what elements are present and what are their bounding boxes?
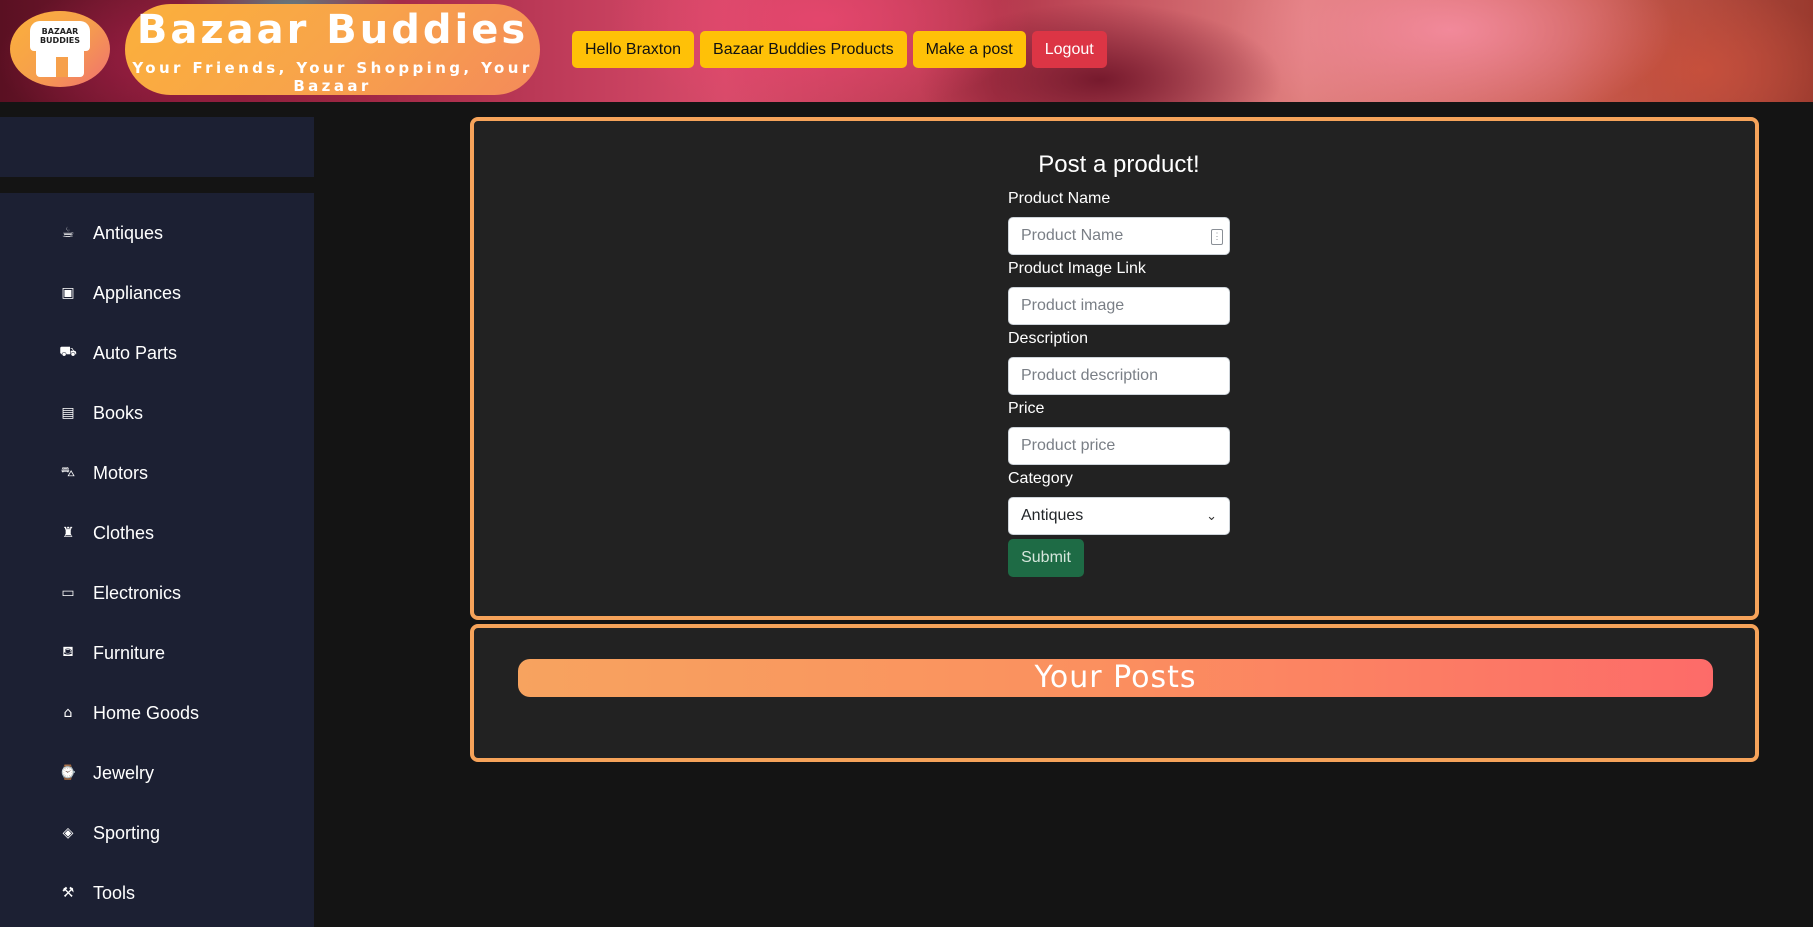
bed-icon: ⌂ <box>63 705 73 721</box>
sidebar-item-furniture[interactable]: ⛾ Furniture <box>0 633 314 673</box>
your-posts-panel: Your Posts <box>470 624 1759 762</box>
sidebar-item-label: Tools <box>93 882 136 903</box>
car-seat-icon: ⛟ <box>59 344 77 360</box>
bazaar-buddies-logo[interactable]: BAZAAR BUDDIES <box>10 11 110 87</box>
product-image-label: Product Image Link <box>1008 260 1146 277</box>
price-input[interactable]: Product price <box>1008 427 1230 465</box>
sidebar-item-clothes[interactable]: ♜ Clothes <box>0 513 314 553</box>
submit-button[interactable]: Submit <box>1008 539 1084 577</box>
sidebar-item-home-goods[interactable]: ⌂ Home Goods <box>0 693 314 733</box>
sidebar-item-sporting[interactable]: ◈ Sporting <box>0 813 314 853</box>
sidebar-item-label: Clothes <box>93 522 155 543</box>
product-name-label: Product Name <box>1008 190 1111 207</box>
sidebar-item-motors[interactable]: ⛍ Motors <box>0 453 314 493</box>
sidebar-item-label: Electronics <box>93 582 182 603</box>
category-sidebar: ☕ Antiques ▣ Appliances ⛟ Auto Parts ▤ B… <box>0 193 314 927</box>
sidebar-item-label: Furniture <box>93 642 166 663</box>
blender-icon: ▣ <box>61 285 75 301</box>
autofill-icon[interactable]: ⋮ <box>1211 229 1223 245</box>
category-select[interactable]: Antiques ⌄ <box>1008 497 1230 535</box>
sidebar-item-auto-parts[interactable]: ⛟ Auto Parts <box>0 333 314 373</box>
monitor-icon: ▭ <box>61 585 75 601</box>
sidebar-item-books[interactable]: ▤ Books <box>0 393 314 433</box>
product-name-input[interactable]: Product Name ⋮ <box>1008 217 1230 255</box>
form-title: Post a product! <box>1038 151 1200 178</box>
sidebar-item-jewelry[interactable]: ⌚ Jewelry <box>0 753 314 793</box>
watch-icon: ⌚ <box>59 765 77 781</box>
your-posts-title: Your Posts <box>518 659 1713 697</box>
product-image-placeholder: Product image <box>1021 297 1125 314</box>
teacup-icon: ☕ <box>61 225 75 241</box>
sidebar-header <box>0 117 314 177</box>
sidebar-item-label: Antiques <box>93 222 164 243</box>
shirt-icon: ♜ <box>61 525 75 541</box>
greeting-button[interactable]: Hello Braxton <box>572 31 695 68</box>
sidebar-item-label: Home Goods <box>93 702 200 723</box>
sidebar-item-label: Jewelry <box>93 762 155 783</box>
logout-button[interactable]: Logout <box>1031 31 1107 68</box>
brand-subtitle: Your Friends, Your Shopping, Your Bazaar <box>132 59 533 95</box>
logo-text-line1: BAZAAR <box>41 27 79 36</box>
sidebar-item-label: Motors <box>93 462 149 483</box>
make-post-button[interactable]: Make a post <box>912 31 1026 68</box>
price-placeholder: Product price <box>1021 437 1116 454</box>
category-label: Category <box>1008 470 1073 487</box>
top-nav: Hello Braxton Bazaar Buddies Products Ma… <box>572 31 1107 68</box>
description-label: Description <box>1008 330 1089 347</box>
sidebar-item-electronics[interactable]: ▭ Electronics <box>0 573 314 613</box>
sidebar-item-antiques[interactable]: ☕ Antiques <box>0 213 314 253</box>
storefront-icon: BAZAAR BUDDIES <box>30 21 90 77</box>
book-icon: ▤ <box>61 405 75 421</box>
logo-text-line2: BUDDIES <box>39 36 81 45</box>
post-product-form: Post a product! Product Name Product Nam… <box>1008 151 1230 577</box>
product-image-input[interactable]: Product image <box>1008 287 1230 325</box>
sidebar-item-appliances[interactable]: ▣ Appliances <box>0 273 314 313</box>
description-input[interactable]: Product description <box>1008 357 1230 395</box>
hammer-icon: ⚒ <box>61 885 75 901</box>
post-product-panel: Post a product! Product Name Product Nam… <box>470 117 1759 620</box>
products-button[interactable]: Bazaar Buddies Products <box>700 31 907 68</box>
price-label: Price <box>1008 400 1045 417</box>
car-icon: ⛍ <box>60 464 76 480</box>
brand-banner: Bazaar Buddies Your Friends, Your Shoppi… <box>125 4 540 95</box>
chevron-down-icon: ⌄ <box>1206 508 1217 524</box>
sidebar-item-label: Auto Parts <box>93 342 178 363</box>
football-icon: ◈ <box>62 825 74 841</box>
sidebar-item-label: Books <box>93 402 144 423</box>
brand-title: Bazaar Buddies <box>136 7 529 53</box>
sidebar-item-tools[interactable]: ⚒ Tools <box>0 873 314 913</box>
header-banner: BAZAAR BUDDIES Bazaar Buddies Your Frien… <box>0 0 1813 102</box>
description-placeholder: Product description <box>1021 367 1158 384</box>
sidebar-item-label: Sporting <box>93 822 161 843</box>
category-selected-value: Antiques <box>1021 507 1084 524</box>
product-name-placeholder: Product Name <box>1021 227 1124 244</box>
couch-icon: ⛾ <box>62 644 74 660</box>
sidebar-item-label: Appliances <box>93 282 182 303</box>
